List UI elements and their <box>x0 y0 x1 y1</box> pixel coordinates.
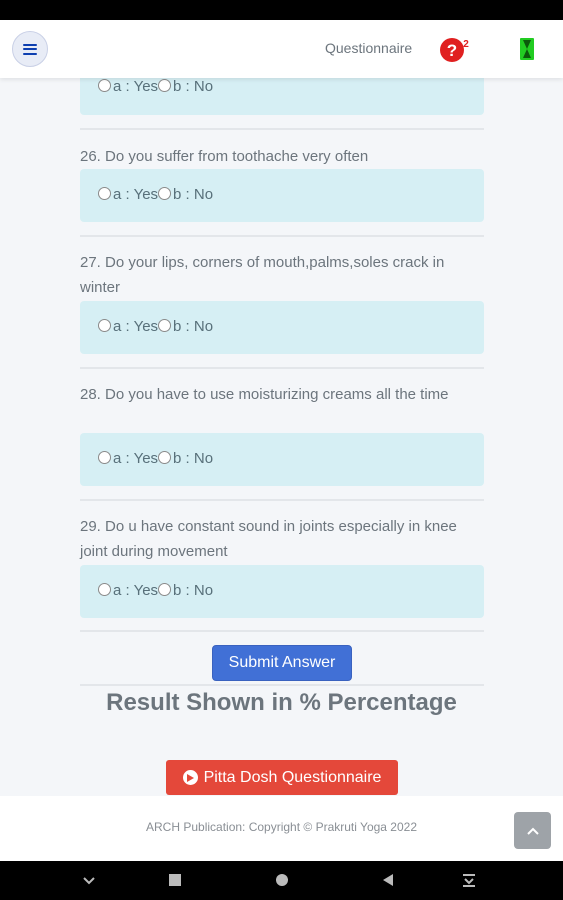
option-b[interactable]: b : No <box>158 318 213 335</box>
recents-square-icon[interactable] <box>168 873 182 887</box>
question-26-options: a : Yes b : No <box>80 169 484 222</box>
radio-button[interactable] <box>98 79 111 92</box>
radio-button[interactable] <box>98 451 111 464</box>
option-b[interactable]: b : No <box>158 78 213 95</box>
footer: ARCH Publication: Copyright © Prakruti Y… <box>0 796 563 861</box>
submit-answer-button[interactable]: Submit Answer <box>212 645 352 681</box>
system-navigation-bar <box>0 861 563 900</box>
chevron-up-icon <box>526 827 539 835</box>
result-title: Result Shown in % Percentage <box>106 689 457 716</box>
back-triangle-icon[interactable] <box>381 873 395 887</box>
radio-button[interactable] <box>158 79 172 92</box>
help-badge-count: 2 <box>463 39 469 50</box>
divider <box>80 499 484 501</box>
radio-button[interactable] <box>98 583 111 596</box>
question-29-options: a : Yes b : No <box>80 565 484 618</box>
scroll-to-top-button[interactable] <box>514 812 551 849</box>
question-28-options: a : Yes b : No <box>80 433 484 486</box>
divider <box>80 630 484 632</box>
footer-copyright: ARCH Publication: Copyright © Prakruti Y… <box>146 820 417 834</box>
radio-button[interactable] <box>158 319 172 332</box>
radio-button[interactable] <box>98 187 111 200</box>
arrow-circle-right-icon <box>182 770 198 785</box>
header-title[interactable]: Questionnaire <box>325 40 412 56</box>
question-26-text: 26. Do you suffer from toothache very of… <box>80 148 369 165</box>
option-b[interactable]: b : No <box>158 186 213 203</box>
divider <box>80 367 484 369</box>
option-b[interactable]: b : No <box>158 582 213 599</box>
question-27-text: 27. Do your lips, corners of mouth,palms… <box>80 254 445 296</box>
status-bar <box>0 0 563 20</box>
divider <box>80 684 484 686</box>
question-29-text: 29. Do u have constant sound in joints e… <box>80 518 457 560</box>
option-b[interactable]: b : No <box>158 450 213 467</box>
radio-button[interactable] <box>98 319 111 332</box>
option-a[interactable]: a : Yes <box>98 78 158 95</box>
chevron-down-icon[interactable] <box>82 873 96 887</box>
hamburger-menu-icon <box>23 43 37 55</box>
question-27-options: a : Yes b : No <box>80 301 484 354</box>
radio-button[interactable] <box>158 583 172 596</box>
svg-text:?: ? <box>447 41 457 60</box>
divider <box>80 235 484 237</box>
hourglass-icon[interactable] <box>519 37 535 61</box>
menu-button[interactable] <box>12 31 48 67</box>
option-a[interactable]: a : Yes <box>98 450 158 467</box>
radio-button[interactable] <box>158 187 172 200</box>
help-question-icon[interactable]: ? 2 <box>439 37 471 63</box>
question-28-text: 28. Do you have to use moisturizing crea… <box>80 386 449 403</box>
home-circle-icon[interactable] <box>275 873 289 887</box>
option-a[interactable]: a : Yes <box>98 186 158 203</box>
notification-pull-icon[interactable] <box>462 873 476 889</box>
radio-button[interactable] <box>158 451 172 464</box>
pitta-button-label: Pitta Dosh Questionnaire <box>203 768 382 786</box>
pitta-dosh-questionnaire-button[interactable]: Pitta Dosh Questionnaire <box>166 760 398 795</box>
divider <box>80 128 484 130</box>
option-a[interactable]: a : Yes <box>98 318 158 335</box>
app-header: Questionnaire ? 2 <box>0 20 563 78</box>
option-a[interactable]: a : Yes <box>98 582 158 599</box>
